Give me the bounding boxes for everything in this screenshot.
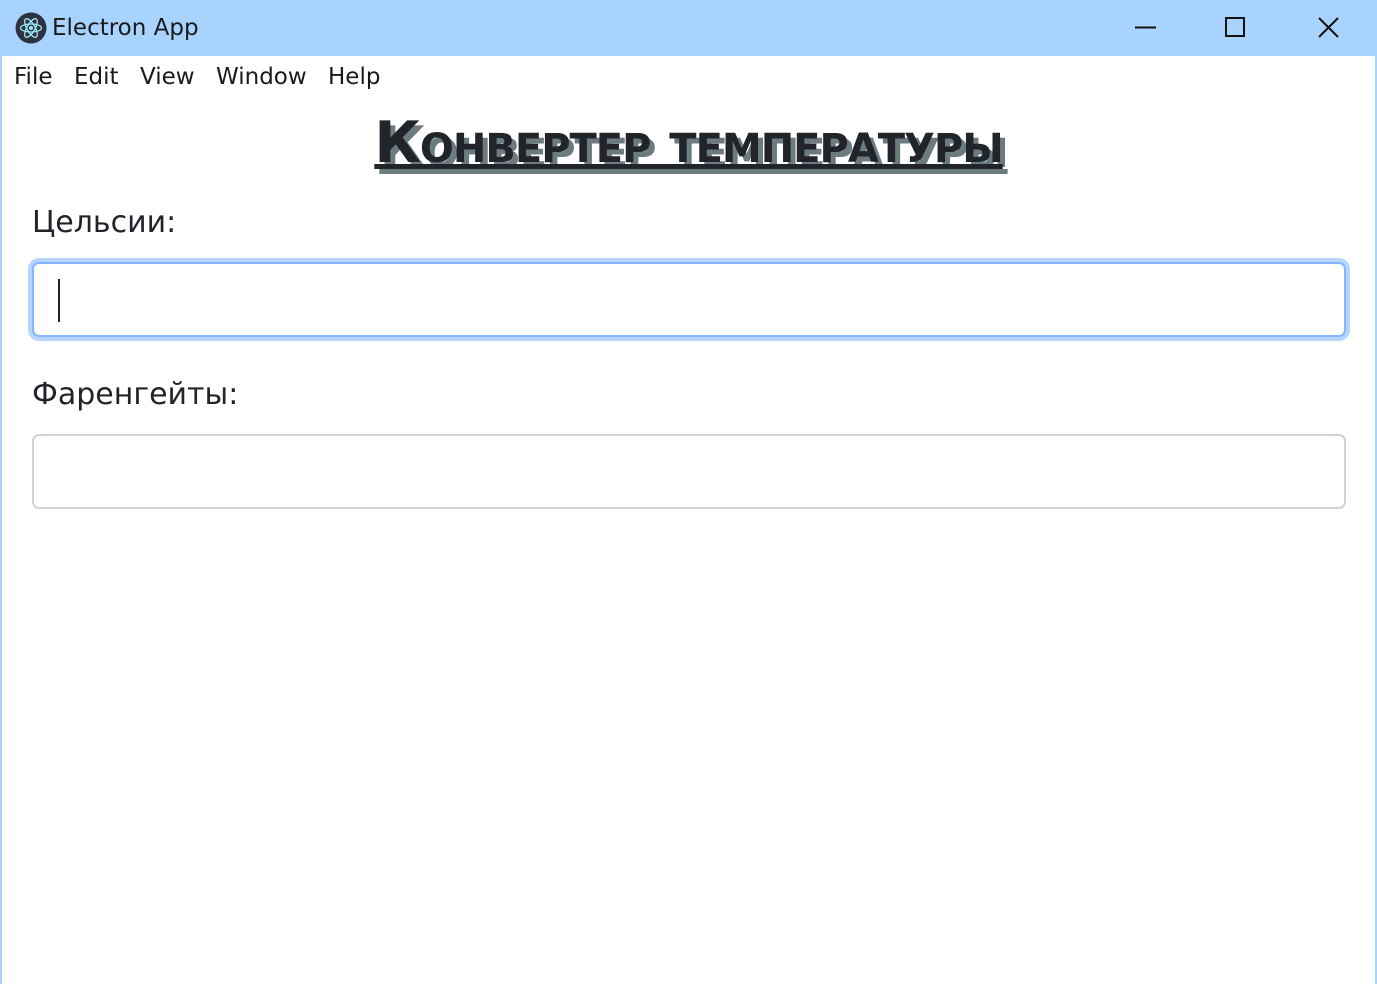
minimize-button[interactable]: [1100, 0, 1192, 56]
celsius-label: Цельсии:: [32, 205, 177, 240]
celsius-input[interactable]: [32, 262, 1346, 337]
app-window: Electron App File Edit View Window Help …: [0, 0, 1377, 984]
maximize-button[interactable]: [1190, 0, 1282, 56]
fahrenheit-label: Фаренгейты:: [32, 377, 239, 412]
menu-bar: File Edit View Window Help: [2, 56, 1375, 98]
menu-help[interactable]: Help: [328, 62, 380, 92]
minimize-icon: [1135, 26, 1156, 29]
maximize-icon: [1225, 17, 1245, 37]
text-caret: [58, 279, 60, 322]
page-title: Конвертер температуры: [374, 110, 1003, 176]
close-icon: [1318, 17, 1339, 38]
menu-window[interactable]: Window: [216, 62, 307, 92]
menu-file[interactable]: File: [14, 62, 53, 92]
window-title: Electron App: [52, 15, 199, 41]
page-heading: Конвертер температуры: [2, 104, 1375, 182]
menu-view[interactable]: View: [140, 62, 195, 92]
title-bar[interactable]: Electron App: [2, 0, 1375, 56]
electron-atom-icon: [15, 12, 47, 44]
fahrenheit-input[interactable]: [32, 434, 1346, 509]
close-button[interactable]: [1283, 0, 1375, 56]
menu-edit[interactable]: Edit: [74, 62, 119, 92]
